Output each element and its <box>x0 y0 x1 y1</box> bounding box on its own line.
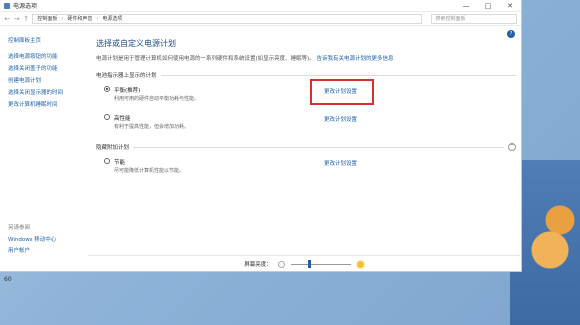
sidebar-home-link[interactable]: 控制面板主页 <box>8 36 88 44</box>
shown-plans-header: 电池指示器上显示的计划 <box>96 71 516 79</box>
change-plan-settings-link[interactable]: 更改计划设置 <box>324 115 357 123</box>
breadcrumb-hardware-sound[interactable]: 硬件和声音 <box>67 15 92 22</box>
shown-plans-label: 电池指示器上显示的计划 <box>96 73 157 79</box>
plan-power-saver-radio[interactable] <box>104 158 110 164</box>
plan-balanced: 平衡(推荐) 利用可用的硬件自动平衡功耗与性能。 更改计划设置 <box>96 79 516 107</box>
back-button[interactable]: ← <box>4 15 10 23</box>
see-also-section: 另请参阅 Windows 移动中心 用户帐户 <box>8 223 56 257</box>
see-also-header: 另请参阅 <box>8 225 31 231</box>
brightness-low-icon <box>277 260 285 268</box>
page-title: 选择或自定义电源计划 <box>96 39 176 48</box>
search-input[interactable]: 搜索控制面板 <box>431 13 517 24</box>
chevron-up-icon[interactable]: ^ <box>508 143 516 151</box>
forward-button[interactable]: → <box>13 15 20 23</box>
sidebar-item-power-button[interactable]: 选择电源按钮的功能 <box>8 52 88 60</box>
plan-high-performance: 高性能 有利于提高性能，但会增加功耗。 更改计划设置 <box>96 111 516 135</box>
plan-description: 利用可用的硬件自动平衡功耗与性能。 <box>114 96 200 102</box>
breadcrumb-power-options[interactable]: 电源选项 <box>102 15 122 22</box>
sidebar-item-lid[interactable]: 选择关闭盖子的功能 <box>8 64 88 72</box>
plan-description: 尽可能降低计算机性能以节能。 <box>114 168 185 174</box>
up-button[interactable]: ↑ <box>23 15 29 23</box>
learn-more-link[interactable]: 告诉我有关电源计划的更多信息 <box>317 56 394 62</box>
plan-power-saver: 节能 尽可能降低计算机性能以节能。 更改计划设置 <box>96 155 516 179</box>
breadcrumb[interactable]: 控制面板 › 硬件和声音 › 电源选项 <box>32 13 423 24</box>
maximize-button[interactable]: □ <box>477 0 499 11</box>
divider <box>160 74 516 76</box>
plan-description: 有利于提高性能，但会增加功耗。 <box>114 124 190 130</box>
close-button[interactable]: ✕ <box>499 0 521 11</box>
sidebar-item-create-plan[interactable]: 创建电源计划 <box>8 76 88 84</box>
main-content: 选择或自定义电源计划 电源计划是用于管理计算机如何使用电源的一系列硬件和系统设置… <box>96 28 516 253</box>
hidden-plans-label: 隐藏附加计划 <box>96 145 130 151</box>
slider-track <box>290 263 351 265</box>
brightness-high-icon <box>356 260 364 268</box>
sidebar-item-sleep[interactable]: 更改计算机睡眠时间 <box>8 100 88 108</box>
window-title: 电源选项 <box>13 3 38 10</box>
chevron-right-icon: › <box>61 15 64 22</box>
brightness-bar: 屏幕亮度： <box>88 255 520 272</box>
highlight-box <box>310 79 374 105</box>
power-options-window: 电源选项 — □ ✕ ← → ↑ 控制面板 › 硬件和声音 › 电源选项 搜索控… <box>0 0 522 272</box>
power-options-icon <box>4 2 10 9</box>
help-icon[interactable]: ? <box>507 30 515 38</box>
brightness-slider[interactable] <box>290 260 351 268</box>
breadcrumb-control-panel[interactable]: 控制面板 <box>37 15 57 22</box>
description-text: 电源计划是用于管理计算机如何使用电源的一系列硬件和系统设置(如显示亮度、睡眠等)… <box>96 56 315 62</box>
window-controls: — □ ✕ <box>455 0 521 11</box>
titlebar: 电源选项 — □ ✕ <box>0 0 521 12</box>
chevron-right-icon: › <box>96 15 99 22</box>
hidden-plans-header[interactable]: 隐藏附加计划 ^ <box>96 143 516 151</box>
plan-name: 节能 <box>114 160 126 166</box>
divider <box>133 146 504 148</box>
page-description: 电源计划是用于管理计算机如何使用电源的一系列硬件和系统设置(如显示亮度、睡眠等)… <box>96 55 426 63</box>
search-placeholder: 搜索控制面板 <box>435 16 466 22</box>
change-plan-settings-link[interactable]: 更改计划设置 <box>324 159 357 167</box>
minimize-button[interactable]: — <box>455 0 477 11</box>
plan-name: 平衡(推荐) <box>114 88 141 94</box>
mobility-center-link[interactable]: Windows 移动中心 <box>8 235 56 243</box>
plan-name: 高性能 <box>114 116 131 122</box>
desktop-number-label: 60 <box>4 276 12 283</box>
slider-thumb[interactable] <box>307 260 311 268</box>
brightness-label: 屏幕亮度： <box>244 262 272 268</box>
plan-balanced-radio[interactable] <box>104 86 110 92</box>
sidebar-item-display-off[interactable]: 选择关闭显示器的时间 <box>8 88 88 96</box>
plan-high-performance-radio[interactable] <box>104 114 110 120</box>
user-accounts-link[interactable]: 用户帐户 <box>8 246 56 254</box>
address-bar: ← → ↑ 控制面板 › 硬件和声音 › 电源选项 搜索控制面板 <box>0 12 521 26</box>
